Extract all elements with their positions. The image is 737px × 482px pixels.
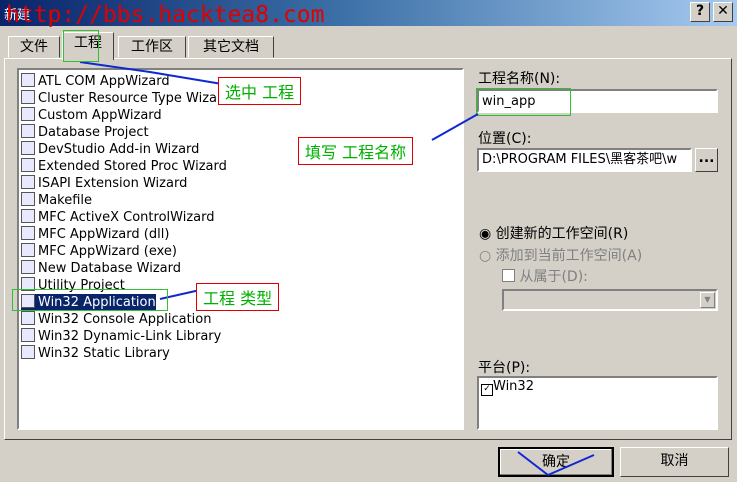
arrow-ok	[517, 451, 595, 477]
annotation-project-type: 工程 类型	[196, 283, 280, 311]
annotation-fill-name: 填写 工程名称	[298, 137, 414, 165]
annotation-arrows	[79, 61, 595, 477]
tab-highlight-box	[63, 30, 99, 62]
arrow-fill-name	[431, 113, 479, 141]
annotation-select-project: 选中 工程	[218, 77, 302, 105]
arrow-select-project	[79, 61, 223, 85]
selected-item-highlight-box	[12, 289, 168, 311]
